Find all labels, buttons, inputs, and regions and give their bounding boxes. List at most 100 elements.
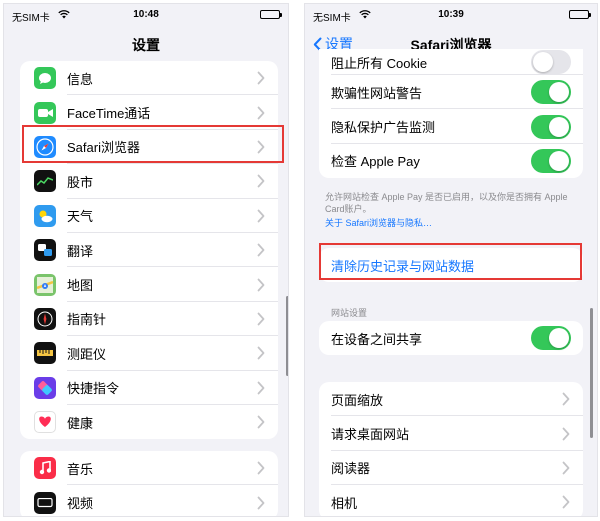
settings-row-label: 相机 (331, 495, 358, 511)
scroll-indicator (286, 296, 288, 376)
translate-icon (34, 239, 56, 262)
settings-row[interactable]: 阅读器 (319, 451, 583, 486)
section-header-website-settings: 网站设置 (331, 308, 368, 318)
settings-row[interactable]: 翻译 (20, 233, 278, 268)
settings-row-label: 阅读器 (331, 461, 371, 477)
measure-icon (34, 342, 56, 365)
settings-row-label: 页面缩放 (331, 392, 384, 408)
music-icon (34, 457, 56, 480)
website-settings-group: 在设备之间共享 (319, 321, 583, 356)
tv-icon (34, 491, 56, 514)
safari-privacy-link[interactable]: 关于 Safari浏览器与隐私… (325, 216, 432, 229)
chevron-right-icon (562, 427, 570, 440)
toggle-row: 检查 Apple Pay (319, 144, 583, 178)
page-settings-group: 页面缩放请求桌面网站 阅读器相机 (319, 382, 583, 516)
status-bar: 无SIM卡 10:48 (4, 4, 288, 24)
settings-row[interactable]: 测距仪 (20, 336, 278, 371)
clock: 10:48 (133, 9, 159, 20)
weather-icon (34, 204, 56, 227)
stocks-icon (34, 170, 56, 193)
settings-row[interactable]: 请求桌面网站 (319, 416, 583, 452)
settings-row-label: 请求桌面网站 (331, 427, 410, 443)
settings-row-label: 天气 (67, 209, 94, 225)
toggle-switch[interactable] (531, 50, 571, 74)
battery-icon (260, 10, 282, 19)
page-title: 设置 (132, 37, 160, 53)
chevron-right-icon (257, 461, 265, 475)
settings-row-label: 信息 (67, 71, 94, 87)
share-across-devices-row: 在设备之间共享 (319, 321, 583, 355)
share-across-devices-label: 在设备之间共享 (331, 331, 423, 347)
maps-icon (34, 273, 56, 296)
status-bar: 无SIM卡 10:39 (305, 4, 597, 24)
settings-row[interactable]: 信息 (20, 61, 278, 96)
safari-settings-screen: 无SIM卡 10:39 设置 Safari浏览器 阻止所有 Cookie 欺骗性网… (304, 3, 598, 517)
settings-row-label: 地图 (67, 278, 94, 294)
settings-row[interactable]: 页面缩放 (319, 382, 583, 417)
shortcuts-icon (34, 376, 56, 399)
settings-row-label: 快捷指令 (67, 381, 120, 397)
settings-row[interactable]: 健康 (20, 405, 278, 439)
chevron-right-icon (257, 140, 265, 154)
settings-row-label: 指南针 (67, 312, 107, 328)
toggle-switch[interactable] (531, 80, 571, 105)
settings-row[interactable]: 地图 (20, 267, 278, 303)
nav-bar: 设置 (4, 30, 288, 58)
settings-row-label: 翻译 (67, 243, 94, 259)
apps-group: 信息 FaceTime通话 Safari浏览器 股市天气翻译地图指南针测距仪快捷指令健… (20, 61, 278, 440)
chevron-right-icon (257, 278, 265, 291)
settings-row[interactable]: 视频 (20, 485, 278, 516)
share-across-devices-toggle[interactable] (531, 326, 571, 351)
settings-row-label: 股市 (67, 174, 94, 190)
chevron-right-icon (257, 174, 265, 188)
chevron-right-icon (257, 346, 265, 360)
battery-icon (569, 10, 591, 19)
chevron-right-icon (562, 461, 570, 475)
chevron-right-icon (257, 312, 265, 326)
toggle-switch[interactable] (531, 148, 571, 173)
chevron-right-icon (257, 106, 265, 119)
chevron-right-icon (562, 495, 570, 509)
compass-icon (34, 307, 56, 330)
toggle-row-label: 欺骗性网站警告 (331, 85, 423, 101)
settings-row[interactable]: 指南针 (20, 302, 278, 337)
settings-row[interactable]: 天气 (20, 199, 278, 234)
messages-icon (34, 67, 56, 90)
toggle-row-label: 隐私保护广告监测 (331, 120, 436, 136)
safari-icon (34, 135, 56, 158)
chevron-right-icon (257, 496, 265, 509)
scroll-indicator (590, 308, 593, 438)
clear-history-button[interactable]: 清除历史记录与网站数据 (319, 248, 583, 282)
settings-row[interactable]: 快捷指令 (20, 371, 278, 406)
toggle-row: 欺骗性网站警告 (319, 75, 583, 110)
settings-row[interactable]: 股市 (20, 164, 278, 199)
settings-row-label: 音乐 (67, 461, 94, 477)
settings-row[interactable]: FaceTime通话 (20, 95, 278, 131)
toggle-row-label: 阻止所有 Cookie (331, 55, 428, 71)
health-icon (34, 411, 56, 434)
settings-row[interactable]: 音乐 (20, 451, 278, 486)
chevron-right-icon (257, 209, 265, 223)
apple-pay-footer: 允许网站检查 Apple Pay 是否已启用，以及你是否拥有 Apple Car… (325, 192, 568, 214)
facetime-icon (34, 101, 56, 124)
clear-history-label: 清除历史记录与网站数据 (331, 258, 475, 274)
toggle-switch[interactable] (531, 114, 571, 139)
toggle-row: 隐私保护广告监测 (319, 109, 583, 145)
clock: 10:39 (438, 9, 464, 20)
chevron-right-icon (257, 71, 265, 85)
settings-row-label: FaceTime通话 (67, 106, 151, 122)
toggle-row: 阻止所有 Cookie (319, 49, 583, 75)
toggle-row-label: 检查 Apple Pay (331, 154, 420, 170)
settings-row[interactable]: Safari浏览器 (20, 130, 278, 165)
chevron-right-icon (257, 415, 265, 429)
settings-row-label: 视频 (67, 496, 94, 512)
settings-row-label: 测距仪 (67, 346, 107, 362)
chevron-right-icon (257, 381, 265, 395)
settings-screen: 无SIM卡 10:48 设置 信息 FaceTime通话 Safari浏览器 股市天气… (3, 3, 289, 517)
settings-row-label: Safari浏览器 (67, 140, 140, 156)
privacy-toggles-group: 阻止所有 Cookie 欺骗性网站警告 隐私保护广告监测 检查 Apple Pay (319, 49, 583, 179)
settings-row-label: 健康 (67, 415, 94, 431)
settings-row[interactable]: 相机 (319, 485, 583, 516)
chevron-right-icon (562, 392, 570, 406)
clear-history-group: 清除历史记录与网站数据 (319, 248, 583, 283)
